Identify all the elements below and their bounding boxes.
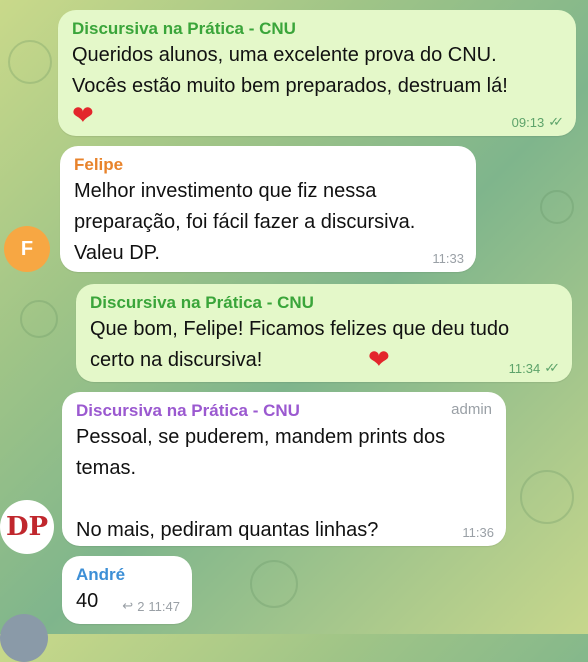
avatar[interactable]: DP (0, 500, 54, 554)
background-doodle (540, 190, 574, 224)
avatar[interactable]: F (4, 226, 50, 272)
message-time: 11:33 (432, 251, 464, 266)
message-text: Pessoal, se puderem, mandem prints dos t… (76, 426, 446, 541)
background-doodle (520, 470, 574, 524)
sender-name: Felipe (74, 155, 124, 174)
sender-name: Discursiva na Prática - CNU (76, 401, 300, 420)
reply-count: 2 (137, 598, 145, 614)
avatar-initial: F (20, 237, 34, 260)
message-bubble[interactable]: Discursiva na Prática - CNU admin Pessoa… (62, 392, 506, 546)
message-meta: 11:34 ✓✓ (509, 360, 560, 376)
message-bubble[interactable]: Discursiva na Prática - CNU Queridos alu… (58, 10, 576, 136)
message-bubble[interactable]: Felipe Melhor investimento que fiz nessa… (60, 146, 476, 272)
admin-badge: admin (451, 401, 492, 418)
message-text: Que bom, Felipe! Ficamos felizes que deu… (90, 318, 510, 371)
sender-name: Discursiva na Prática - CNU (72, 19, 296, 38)
message-bubble[interactable]: André 40 ↩ 2 11:47 (62, 556, 192, 624)
message-meta: ↩ 2 11:47 (122, 598, 180, 614)
sender-name: Discursiva na Prática - CNU (90, 293, 314, 312)
message-bubble[interactable]: Discursiva na Prática - CNU Que bom, Fel… (76, 284, 572, 382)
message-time: 09:13 (511, 114, 545, 130)
message-text: Queridos alunos, uma excelente prova do … (72, 44, 508, 97)
background-doodle (250, 560, 298, 608)
heart-emoji: ❤ (72, 100, 94, 130)
reply-icon[interactable]: ↩ (122, 598, 133, 614)
background-doodle (8, 40, 52, 84)
message-meta: 11:36 (462, 525, 494, 540)
avatar[interactable] (0, 614, 48, 662)
message-meta: 11:33 (432, 251, 464, 266)
heart-emoji: ❤ (368, 344, 390, 374)
message-text: Melhor investimento que fiz nessa prepar… (74, 180, 416, 264)
message-time: 11:36 (462, 525, 494, 540)
background-doodle (20, 300, 58, 338)
sender-name: André (76, 565, 126, 584)
message-time: 11:34 (508, 360, 541, 376)
message-meta: 09:13 ✓✓ (512, 114, 564, 130)
double-check-icon: ✓✓ (548, 114, 564, 129)
double-check-icon: ✓✓ (544, 360, 560, 375)
avatar-initial: DP (5, 512, 49, 542)
message-time: 11:47 (148, 598, 180, 614)
